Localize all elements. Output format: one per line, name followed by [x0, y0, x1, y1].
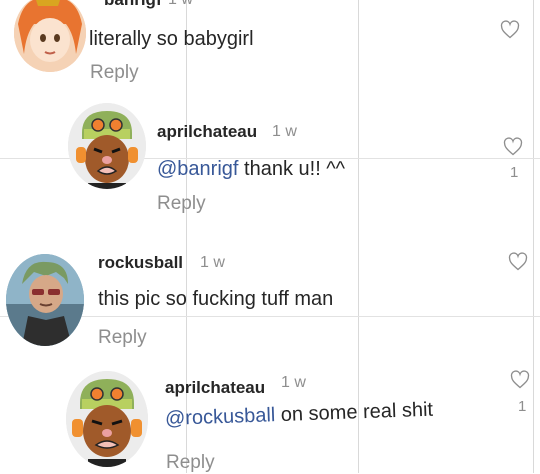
comment-body: on some real shit	[274, 398, 434, 427]
username[interactable]: aprilchateau	[157, 122, 257, 142]
username[interactable]: rockusball	[98, 253, 183, 273]
comment-body: thank u!! ^^	[238, 158, 346, 180]
like-count: 1	[510, 164, 519, 181]
comment-text: this pic so fucking tuff man	[98, 288, 334, 310]
heart-icon[interactable]	[500, 20, 520, 40]
heart-icon[interactable]	[510, 370, 530, 390]
reply-button[interactable]: Reply	[166, 452, 215, 474]
reply-button[interactable]: Reply	[90, 62, 139, 84]
grid-line	[533, 0, 534, 473]
heart-icon[interactable]	[508, 252, 528, 272]
avatar[interactable]	[14, 0, 86, 72]
comment-text: @rockusball on some real shit	[165, 399, 434, 431]
comment-text: literally so babygirl	[89, 28, 254, 50]
like-count: 1	[518, 398, 527, 415]
timestamp: 1 w	[168, 0, 193, 9]
grid-line	[186, 0, 187, 473]
timestamp: 1 w	[281, 374, 306, 391]
heart-icon[interactable]	[503, 137, 523, 157]
username[interactable]: banrigf	[104, 0, 162, 10]
timestamp: 1 w	[272, 123, 297, 140]
mention-link[interactable]: @rockusball	[165, 404, 276, 430]
comment-text: @banrigf thank u!! ^^	[157, 158, 345, 181]
timestamp: 1 w	[200, 254, 225, 271]
avatar[interactable]	[66, 371, 148, 467]
mention-link[interactable]: @banrigf	[157, 158, 238, 180]
avatar[interactable]	[6, 254, 84, 346]
avatar[interactable]	[68, 103, 146, 189]
reply-button[interactable]: Reply	[157, 193, 206, 215]
reply-button[interactable]: Reply	[98, 327, 147, 349]
username[interactable]: aprilchateau	[165, 378, 265, 398]
